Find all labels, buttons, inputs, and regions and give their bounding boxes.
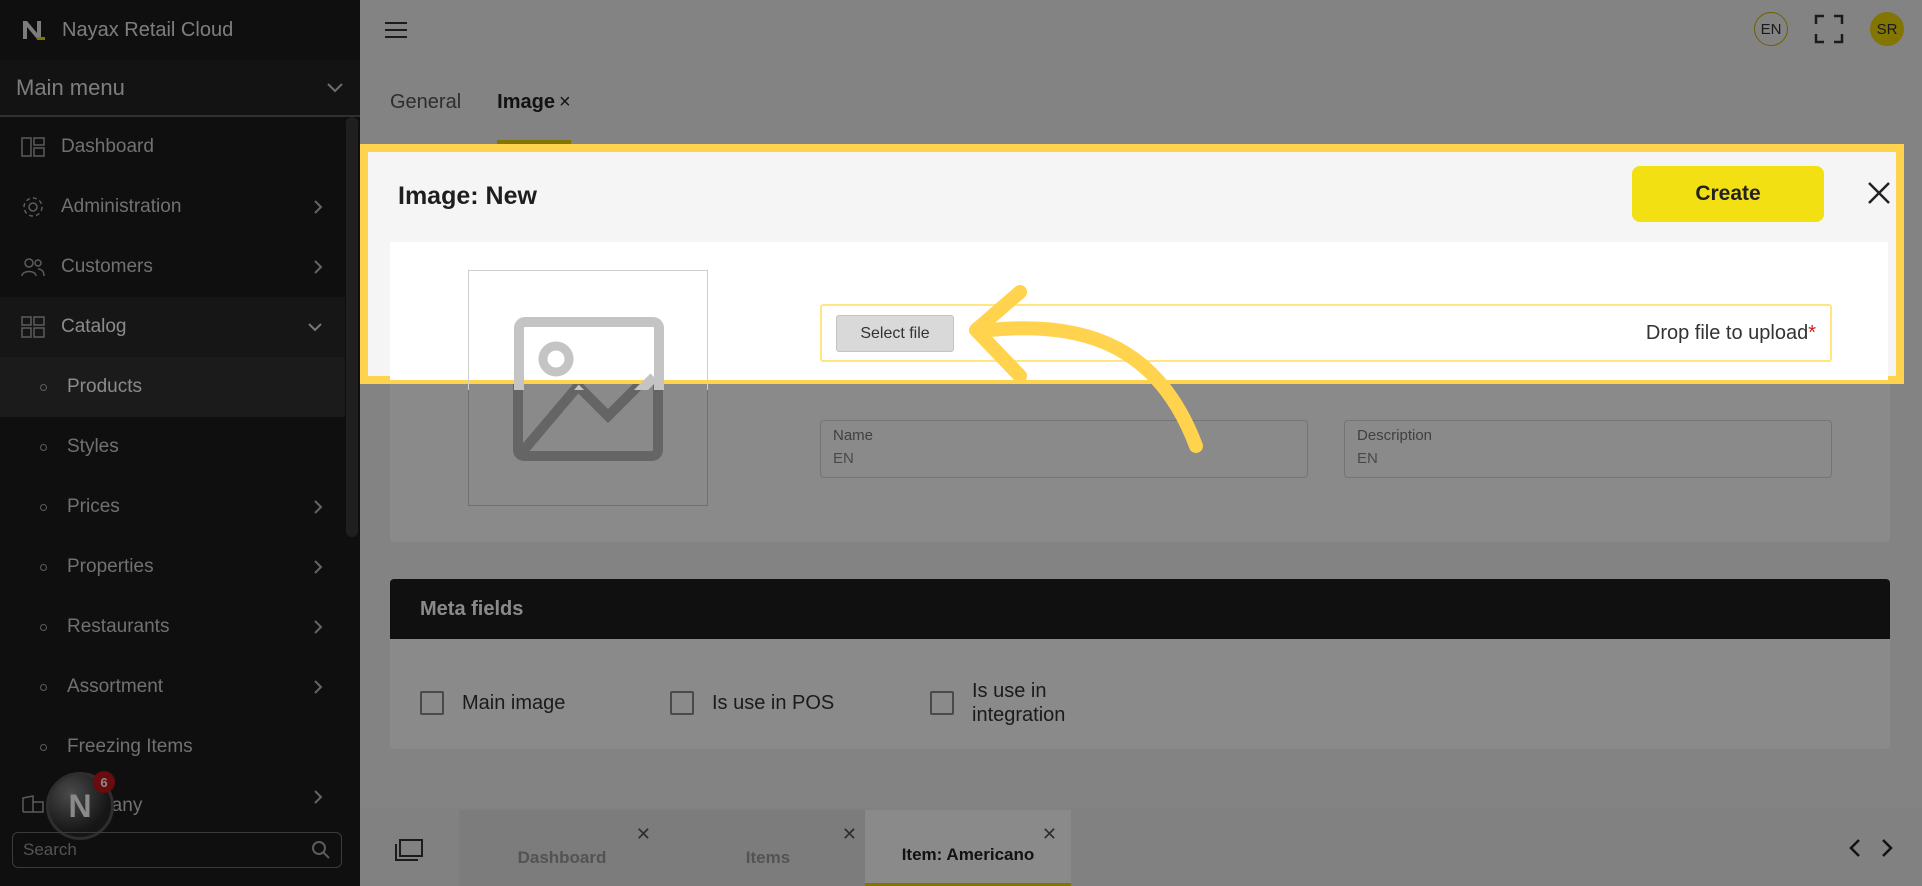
drop-text: Drop file to upload [1645,322,1809,344]
image-new-dialog: Image: New Create Select file Drop file … [360,144,1904,390]
create-button[interactable]: Create [1632,166,1824,222]
dialog-body: Select file Drop file to upload* [390,242,1888,390]
close-icon[interactable] [1864,178,1894,208]
image-placeholder [468,270,708,390]
file-upload-dropzone[interactable]: Select file Drop file to upload* [820,304,1832,362]
image-icon [514,317,664,390]
dialog-title: Image: New [398,182,537,210]
drop-file-label: Drop file to upload* [1646,322,1816,345]
select-file-button[interactable]: Select file [836,315,954,352]
modal-backdrop[interactable] [0,0,1922,886]
required-mark: * [1808,322,1816,344]
